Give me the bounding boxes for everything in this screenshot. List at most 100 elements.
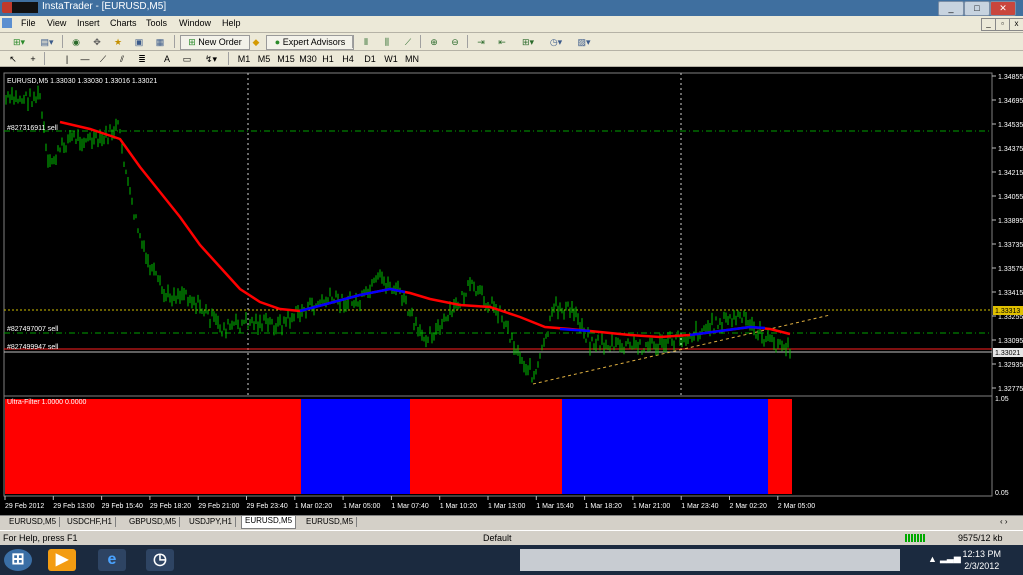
windows-taskbar: ⊞ ▶ e ◷ ▲ ▂▃▅ 12:13 PM 2/3/2012 xyxy=(0,545,1023,575)
menu-view[interactable]: View xyxy=(47,18,66,28)
start-button[interactable]: ⊞ xyxy=(4,549,32,571)
time-tick-label: 1 Mar 02:20 xyxy=(295,503,332,510)
line-chart-icon[interactable]: ⟋ xyxy=(400,35,416,50)
tray-expand-icon[interactable]: ▲ xyxy=(928,554,937,564)
periods-icon[interactable]: ◷▾ xyxy=(544,35,568,50)
maximize-button[interactable]: □ xyxy=(964,1,990,16)
price-tick-label: 1.33895 xyxy=(998,218,1023,225)
signal-icon: ▂▃▅ xyxy=(940,553,961,563)
zoom-in-icon[interactable]: ⊕ xyxy=(426,35,442,50)
price-chart[interactable]: EURUSD,M5 1.33030 1.33030 1.33016 1.3302… xyxy=(0,67,1023,515)
chart-window-icon xyxy=(2,18,12,28)
indicator-block xyxy=(5,399,301,494)
channel-icon[interactable]: ⫽ xyxy=(114,52,130,67)
timeframe-mn[interactable]: MN xyxy=(403,52,421,67)
minimize-button[interactable]: _ xyxy=(938,1,964,16)
current-price-label: 1.33021 xyxy=(995,350,1020,357)
timeframe-m15[interactable]: M15 xyxy=(276,52,296,67)
ultra-filter-histogram xyxy=(5,399,792,494)
chart-window[interactable]: EURUSD,M5 1.33030 1.33030 1.33016 1.3302… xyxy=(0,67,1023,515)
menu-window[interactable]: Window xyxy=(179,18,211,28)
favorites-icon[interactable]: ★ xyxy=(110,35,126,50)
navigator-icon[interactable]: ✥ xyxy=(89,35,105,50)
menu-charts[interactable]: Charts xyxy=(110,18,137,28)
cursor-icon[interactable]: ↖ xyxy=(6,52,20,67)
tab-gbpusd-m5[interactable]: GBPUSD,M5 xyxy=(126,517,181,527)
connection-icon xyxy=(905,534,925,542)
menu-bar: File View Insert Charts Tools Window Hel… xyxy=(0,16,1023,33)
chart-header: EURUSD,M5 1.33030 1.33030 1.33016 1.3302… xyxy=(7,78,157,85)
trendline-icon[interactable]: ⟋ xyxy=(96,52,110,67)
tab-usdjpy-h1[interactable]: USDJPY,H1 xyxy=(186,517,236,527)
time-tick-label: 2 Mar 05:00 xyxy=(778,503,815,510)
expert-advisors-icon: ● xyxy=(274,37,281,47)
time-tick-label: 1 Mar 07:40 xyxy=(391,503,428,510)
metaeditor-icon[interactable]: ◆ xyxy=(248,35,264,50)
internet-explorer-icon[interactable]: e xyxy=(98,549,126,571)
indicator-block xyxy=(410,399,562,494)
tester-icon[interactable]: ▦ xyxy=(152,35,168,50)
zoom-out-icon[interactable]: ⊖ xyxy=(447,35,463,50)
timeframe-m30[interactable]: M30 xyxy=(298,52,318,67)
tab-scroll-arrows[interactable]: ‹ › xyxy=(1000,517,1008,526)
taskbar-window-block[interactable] xyxy=(520,549,900,571)
price-tick-label: 1.33735 xyxy=(998,242,1023,249)
close-button[interactable]: ✕ xyxy=(990,1,1016,16)
indicator-block xyxy=(768,399,792,494)
clock-date: 2/3/2012 xyxy=(964,561,1000,571)
price-tick-label: 1.34375 xyxy=(998,146,1023,153)
profiles-icon[interactable]: ▤▾ xyxy=(34,35,60,50)
help-hint: For Help, press F1 xyxy=(3,533,78,543)
arrows-icon[interactable]: ↯▾ xyxy=(200,52,222,67)
indicators-icon[interactable]: ⊞▾ xyxy=(516,35,540,50)
timeframe-w1[interactable]: W1 xyxy=(383,52,399,67)
text-label-icon[interactable]: ▭ xyxy=(180,52,194,67)
crosshair-icon[interactable]: + xyxy=(26,52,40,67)
timeframe-m5[interactable]: M5 xyxy=(256,52,272,67)
price-tick-label: 1.34055 xyxy=(998,194,1023,201)
menu-file[interactable]: File xyxy=(21,18,36,28)
market-watch-icon[interactable]: ◉ xyxy=(68,35,84,50)
expert-advisors-button[interactable]: ● Expert Advisors xyxy=(266,35,354,50)
bar-chart-icon[interactable]: ⫴ xyxy=(358,35,374,50)
clock-time: 12:13 PM xyxy=(962,549,1001,559)
indicator-axis-top: 1.05 xyxy=(995,396,1009,403)
price-tick-label: 1.34215 xyxy=(998,170,1023,177)
timeframe-m1[interactable]: M1 xyxy=(236,52,252,67)
time-tick-label: 1 Mar 13:00 xyxy=(488,503,525,510)
new-chart-icon[interactable]: ⊞▾ xyxy=(6,35,32,50)
tab-eurusd-m5[interactable]: EURUSD,M5 xyxy=(6,517,61,527)
menu-help[interactable]: Help xyxy=(222,18,241,28)
profile-name: Default xyxy=(483,533,512,543)
mdi-restore-button[interactable]: ▫ xyxy=(995,18,1010,31)
mdi-minimize-button[interactable]: _ xyxy=(981,18,996,31)
mdi-close-button[interactable]: x xyxy=(1009,18,1023,31)
price-tick-label: 1.34855 xyxy=(998,74,1023,81)
time-tick-label: 29 Feb 15:40 xyxy=(102,503,143,510)
time-tick-label: 1 Mar 21:00 xyxy=(633,503,670,510)
menu-insert[interactable]: Insert xyxy=(77,18,100,28)
menu-tools[interactable]: Tools xyxy=(146,18,167,28)
terminal-icon[interactable]: ▣ xyxy=(131,35,147,50)
media-player-icon[interactable]: ▶ xyxy=(48,549,76,571)
fibonacci-icon[interactable]: ≣ xyxy=(134,52,150,67)
horizontal-line-icon[interactable]: — xyxy=(78,52,92,67)
timeframe-h4[interactable]: H4 xyxy=(340,52,356,67)
time-tick-label: 29 Feb 23:40 xyxy=(247,503,288,510)
vertical-line-icon[interactable]: | xyxy=(60,52,74,67)
price-tick-label: 1.34535 xyxy=(998,122,1023,129)
timeframe-h1[interactable]: H1 xyxy=(320,52,336,67)
tab-eurusd-m5-2[interactable]: EURUSD,M5 xyxy=(303,517,358,527)
tray-clock[interactable]: 12:13 PM 2/3/2012 xyxy=(962,548,1001,572)
chart-shift-icon[interactable]: ⇤ xyxy=(494,35,510,50)
timeframe-d1[interactable]: D1 xyxy=(362,52,378,67)
new-order-button[interactable]: ⊞ New Order xyxy=(180,35,250,50)
auto-scroll-icon[interactable]: ⇥ xyxy=(473,35,489,50)
tab-eurusd-m5-active[interactable]: EURUSD,M5 xyxy=(241,516,297,529)
tab-usdchf-h1[interactable]: USDCHF,H1 xyxy=(64,517,116,527)
candlestick-icon[interactable]: ⫼ xyxy=(379,35,395,50)
text-tool[interactable]: A xyxy=(160,52,174,67)
templates-icon[interactable]: ▨▾ xyxy=(572,35,596,50)
clock-app-icon[interactable]: ◷ xyxy=(146,549,174,571)
indicator-label: Ultra-Filter 1.0000 0.0000 xyxy=(7,399,86,406)
